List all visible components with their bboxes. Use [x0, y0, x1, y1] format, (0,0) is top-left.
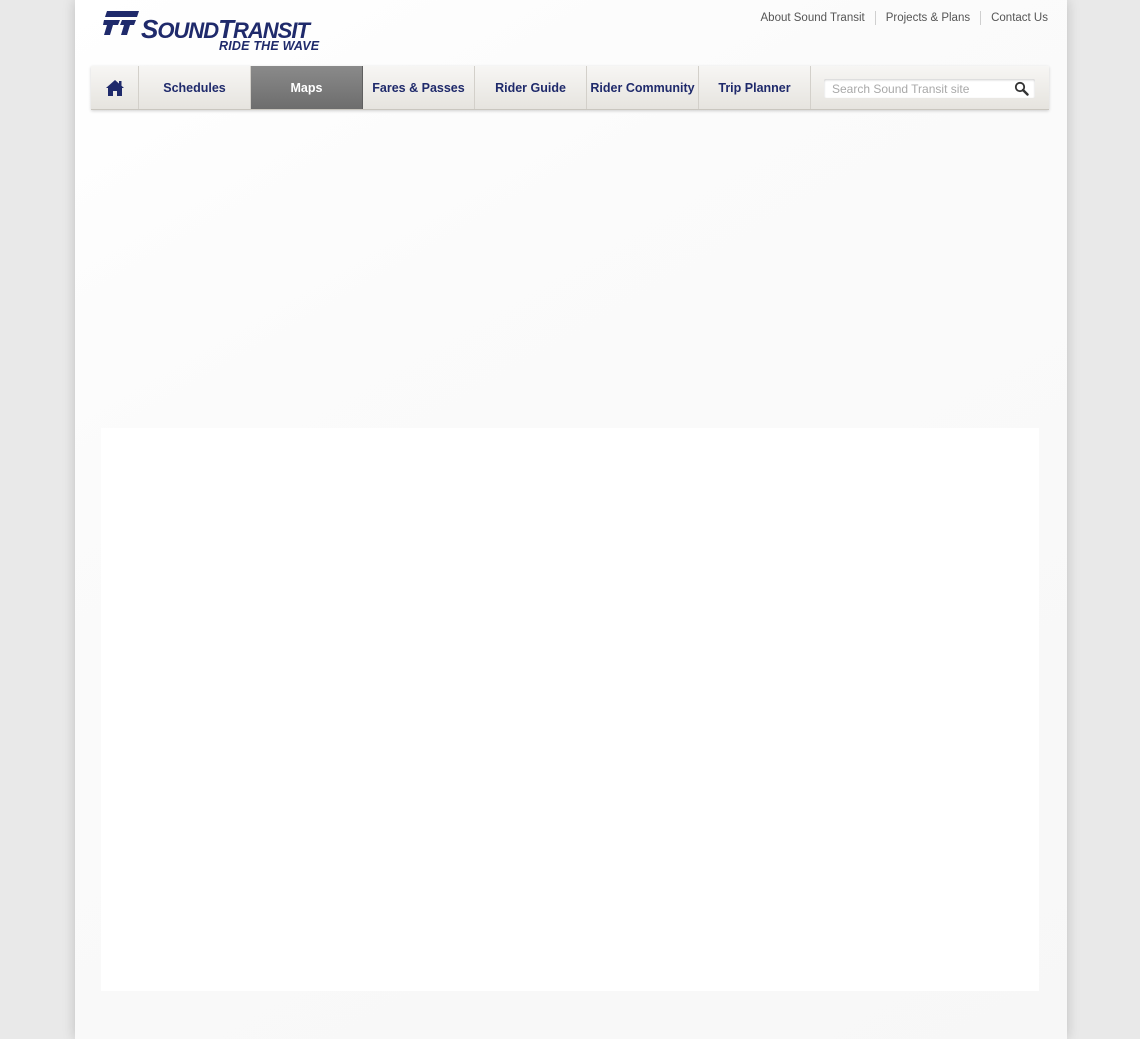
- home-icon: [105, 79, 124, 96]
- page-container: SOUNDTRANSIT RIDE THE WAVE About Sound T…: [75, 0, 1067, 1039]
- main-navbar: Schedules Maps Fares & Passes Rider Guid…: [91, 66, 1049, 110]
- nav-item-maps[interactable]: Maps: [251, 66, 363, 109]
- nav-item-rider-guide[interactable]: Rider Guide: [475, 66, 587, 109]
- nav-home-button[interactable]: [91, 66, 139, 109]
- nav-item-trip-planner[interactable]: Trip Planner: [699, 66, 811, 109]
- brand-tagline: RIDE THE WAVE: [219, 39, 320, 53]
- map-content-frame: [101, 428, 1039, 991]
- magnifier-icon[interactable]: [1014, 81, 1029, 96]
- st-logo-mark-icon: [103, 11, 139, 35]
- sound-transit-logo[interactable]: SOUNDTRANSIT RIDE THE WAVE: [103, 10, 319, 54]
- nav-item-fares-passes[interactable]: Fares & Passes: [363, 66, 475, 109]
- utility-link-contact[interactable]: Contact Us: [980, 11, 1048, 25]
- utility-link-projects[interactable]: Projects & Plans: [874, 11, 980, 25]
- search-input[interactable]: [824, 79, 1012, 98]
- utility-link-about[interactable]: About Sound Transit: [761, 11, 875, 25]
- nav-item-schedules[interactable]: Schedules: [139, 66, 251, 109]
- utility-nav: About Sound Transit Projects & Plans Con…: [761, 11, 1048, 25]
- nav-item-rider-community[interactable]: Rider Community: [587, 66, 699, 109]
- search-box: [824, 79, 1035, 98]
